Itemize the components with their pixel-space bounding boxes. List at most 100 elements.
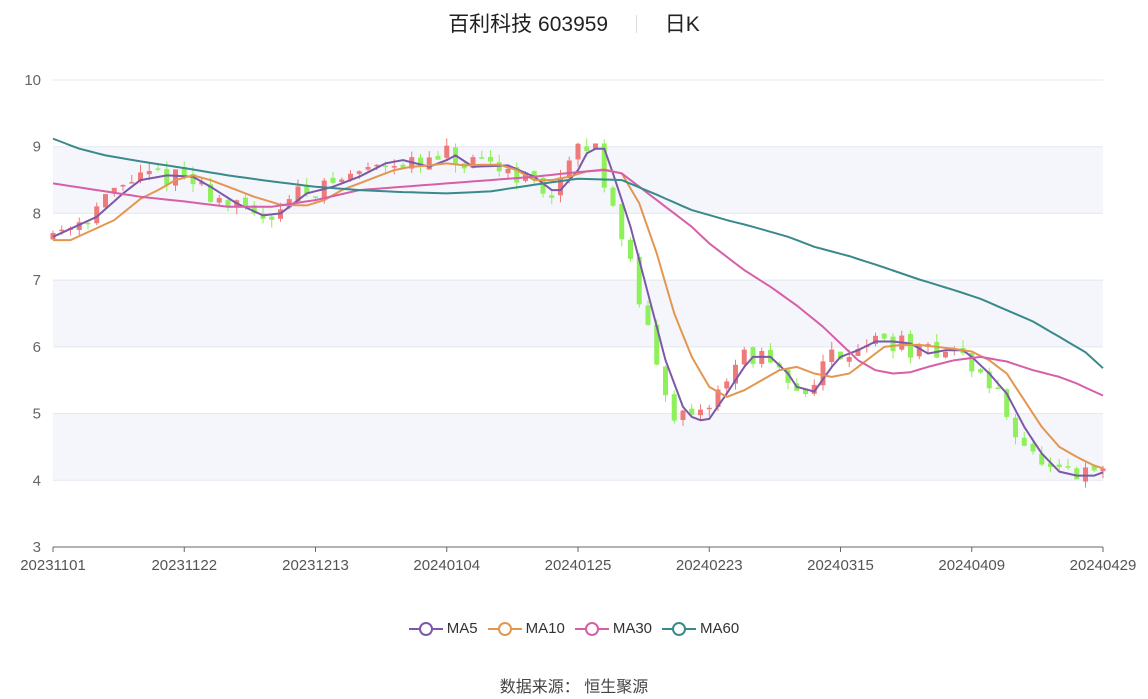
candle bbox=[619, 203, 625, 247]
x-axis: 20231101 20231122 20231213 20240104 20240125… bbox=[20, 546, 1137, 574]
chart-container: 百利科技 603959 日K 3 4 5 6 7 8 9 10 20231101 2023112… bbox=[0, 0, 1148, 699]
candle bbox=[76, 217, 82, 237]
y-tick-label: 9 bbox=[33, 139, 41, 156]
x-tick-label: 20240409 bbox=[938, 557, 1005, 574]
candle-body bbox=[943, 351, 948, 358]
y-tick-label: 5 bbox=[33, 406, 41, 423]
legend-item-ma5[interactable]: MA5 bbox=[408, 620, 478, 637]
candle bbox=[671, 390, 677, 424]
y-tick-label: 8 bbox=[33, 205, 41, 222]
y-tick-label: 10 bbox=[24, 72, 41, 89]
candle-body bbox=[479, 157, 485, 159]
y-axis: 3 4 5 6 7 8 9 10 bbox=[24, 72, 41, 556]
candle-body bbox=[435, 155, 441, 160]
candle bbox=[978, 368, 983, 374]
x-tick-label: 20240125 bbox=[545, 557, 612, 574]
candle-body bbox=[383, 165, 388, 168]
candle bbox=[820, 354, 826, 391]
x-tick-label: 20231101 bbox=[20, 557, 86, 574]
candle-body bbox=[1065, 466, 1071, 468]
legend-item-ma30[interactable]: MA30 bbox=[574, 620, 653, 637]
legend-item-ma60[interactable]: MA60 bbox=[662, 620, 739, 637]
candle-body bbox=[129, 182, 135, 184]
legend-label: MA30 bbox=[612, 620, 653, 637]
candle-body bbox=[391, 166, 397, 168]
candle-body bbox=[269, 216, 275, 220]
candle-body bbox=[85, 222, 91, 225]
candle-body bbox=[365, 167, 371, 170]
candle bbox=[943, 351, 948, 359]
candle-body bbox=[575, 143, 581, 160]
candle-body bbox=[146, 171, 152, 175]
x-tick-label: 20231122 bbox=[151, 557, 217, 574]
candle-body bbox=[1021, 437, 1027, 446]
candle-body bbox=[1083, 467, 1088, 482]
candle-body bbox=[120, 184, 126, 187]
x-tick-label: 20240104 bbox=[413, 557, 480, 574]
candle-body bbox=[698, 409, 703, 416]
y-tick-label: 3 bbox=[33, 539, 41, 556]
candle bbox=[628, 236, 633, 262]
candle-body bbox=[706, 407, 712, 410]
candle-body bbox=[313, 196, 318, 198]
legend-label: MA60 bbox=[700, 620, 740, 637]
source-value: 恒生聚源 bbox=[584, 679, 649, 696]
candle-body bbox=[173, 169, 178, 186]
candle-body bbox=[890, 336, 896, 352]
x-tick-label: 20231213 bbox=[282, 557, 349, 574]
candle-body bbox=[750, 347, 756, 364]
candle-body bbox=[426, 157, 432, 170]
legend-marker-icon bbox=[574, 621, 609, 636]
source-label: 数据来源： bbox=[499, 679, 580, 696]
candle-body bbox=[444, 145, 450, 158]
candle bbox=[663, 365, 668, 402]
candle-body bbox=[934, 341, 940, 358]
x-tick-label: 20240429 bbox=[1070, 557, 1137, 574]
candle-body bbox=[339, 179, 345, 183]
candle-body bbox=[549, 195, 555, 198]
candle bbox=[601, 139, 607, 193]
candle-body bbox=[1030, 443, 1036, 452]
band-4 bbox=[53, 413, 1103, 481]
candle-body bbox=[995, 387, 1001, 390]
candle-body bbox=[1056, 464, 1062, 467]
legend-label: MA10 bbox=[525, 620, 565, 637]
candle-body bbox=[628, 239, 633, 259]
kline-plot[interactable]: 3 4 5 6 7 8 9 10 20231101 20231122 20231213 202401… bbox=[0, 0, 1148, 600]
candle bbox=[733, 359, 738, 390]
candle-body bbox=[610, 187, 616, 206]
candle-body bbox=[103, 194, 108, 208]
candle-body bbox=[505, 168, 511, 174]
candle-body bbox=[619, 204, 625, 240]
candle-body bbox=[645, 305, 651, 325]
candle-body bbox=[671, 394, 677, 421]
candle-body bbox=[356, 171, 362, 174]
candle-body bbox=[881, 333, 887, 339]
legend-label: MA5 bbox=[446, 620, 478, 637]
candle bbox=[269, 215, 275, 228]
candle-body bbox=[1074, 468, 1080, 480]
legend-marker-icon bbox=[487, 621, 522, 636]
legend: MA5 MA10 MA30 MA60 bbox=[0, 620, 1148, 641]
candle-body bbox=[741, 349, 747, 365]
x-tick-label: 20240315 bbox=[807, 557, 874, 574]
candle-body bbox=[846, 357, 852, 362]
candle-body bbox=[1013, 417, 1018, 438]
legend-item-ma10[interactable]: MA10 bbox=[487, 620, 565, 637]
candle bbox=[610, 185, 616, 208]
y-tick-label: 7 bbox=[33, 272, 41, 289]
candle-body bbox=[216, 198, 222, 203]
candle-body bbox=[488, 156, 493, 162]
candle-body bbox=[680, 410, 686, 420]
candle-body bbox=[978, 369, 983, 373]
y-tick-label: 6 bbox=[33, 339, 41, 356]
legend-marker-icon bbox=[408, 621, 443, 636]
candle-body bbox=[155, 168, 161, 170]
candle-body bbox=[829, 349, 835, 363]
candle-body bbox=[1100, 468, 1106, 472]
y-tick-label: 4 bbox=[33, 472, 41, 489]
candle-body bbox=[330, 177, 336, 183]
data-source: 数据来源： 恒生聚源 bbox=[0, 673, 1148, 697]
candle-body bbox=[164, 168, 170, 185]
candle-body bbox=[663, 366, 668, 396]
